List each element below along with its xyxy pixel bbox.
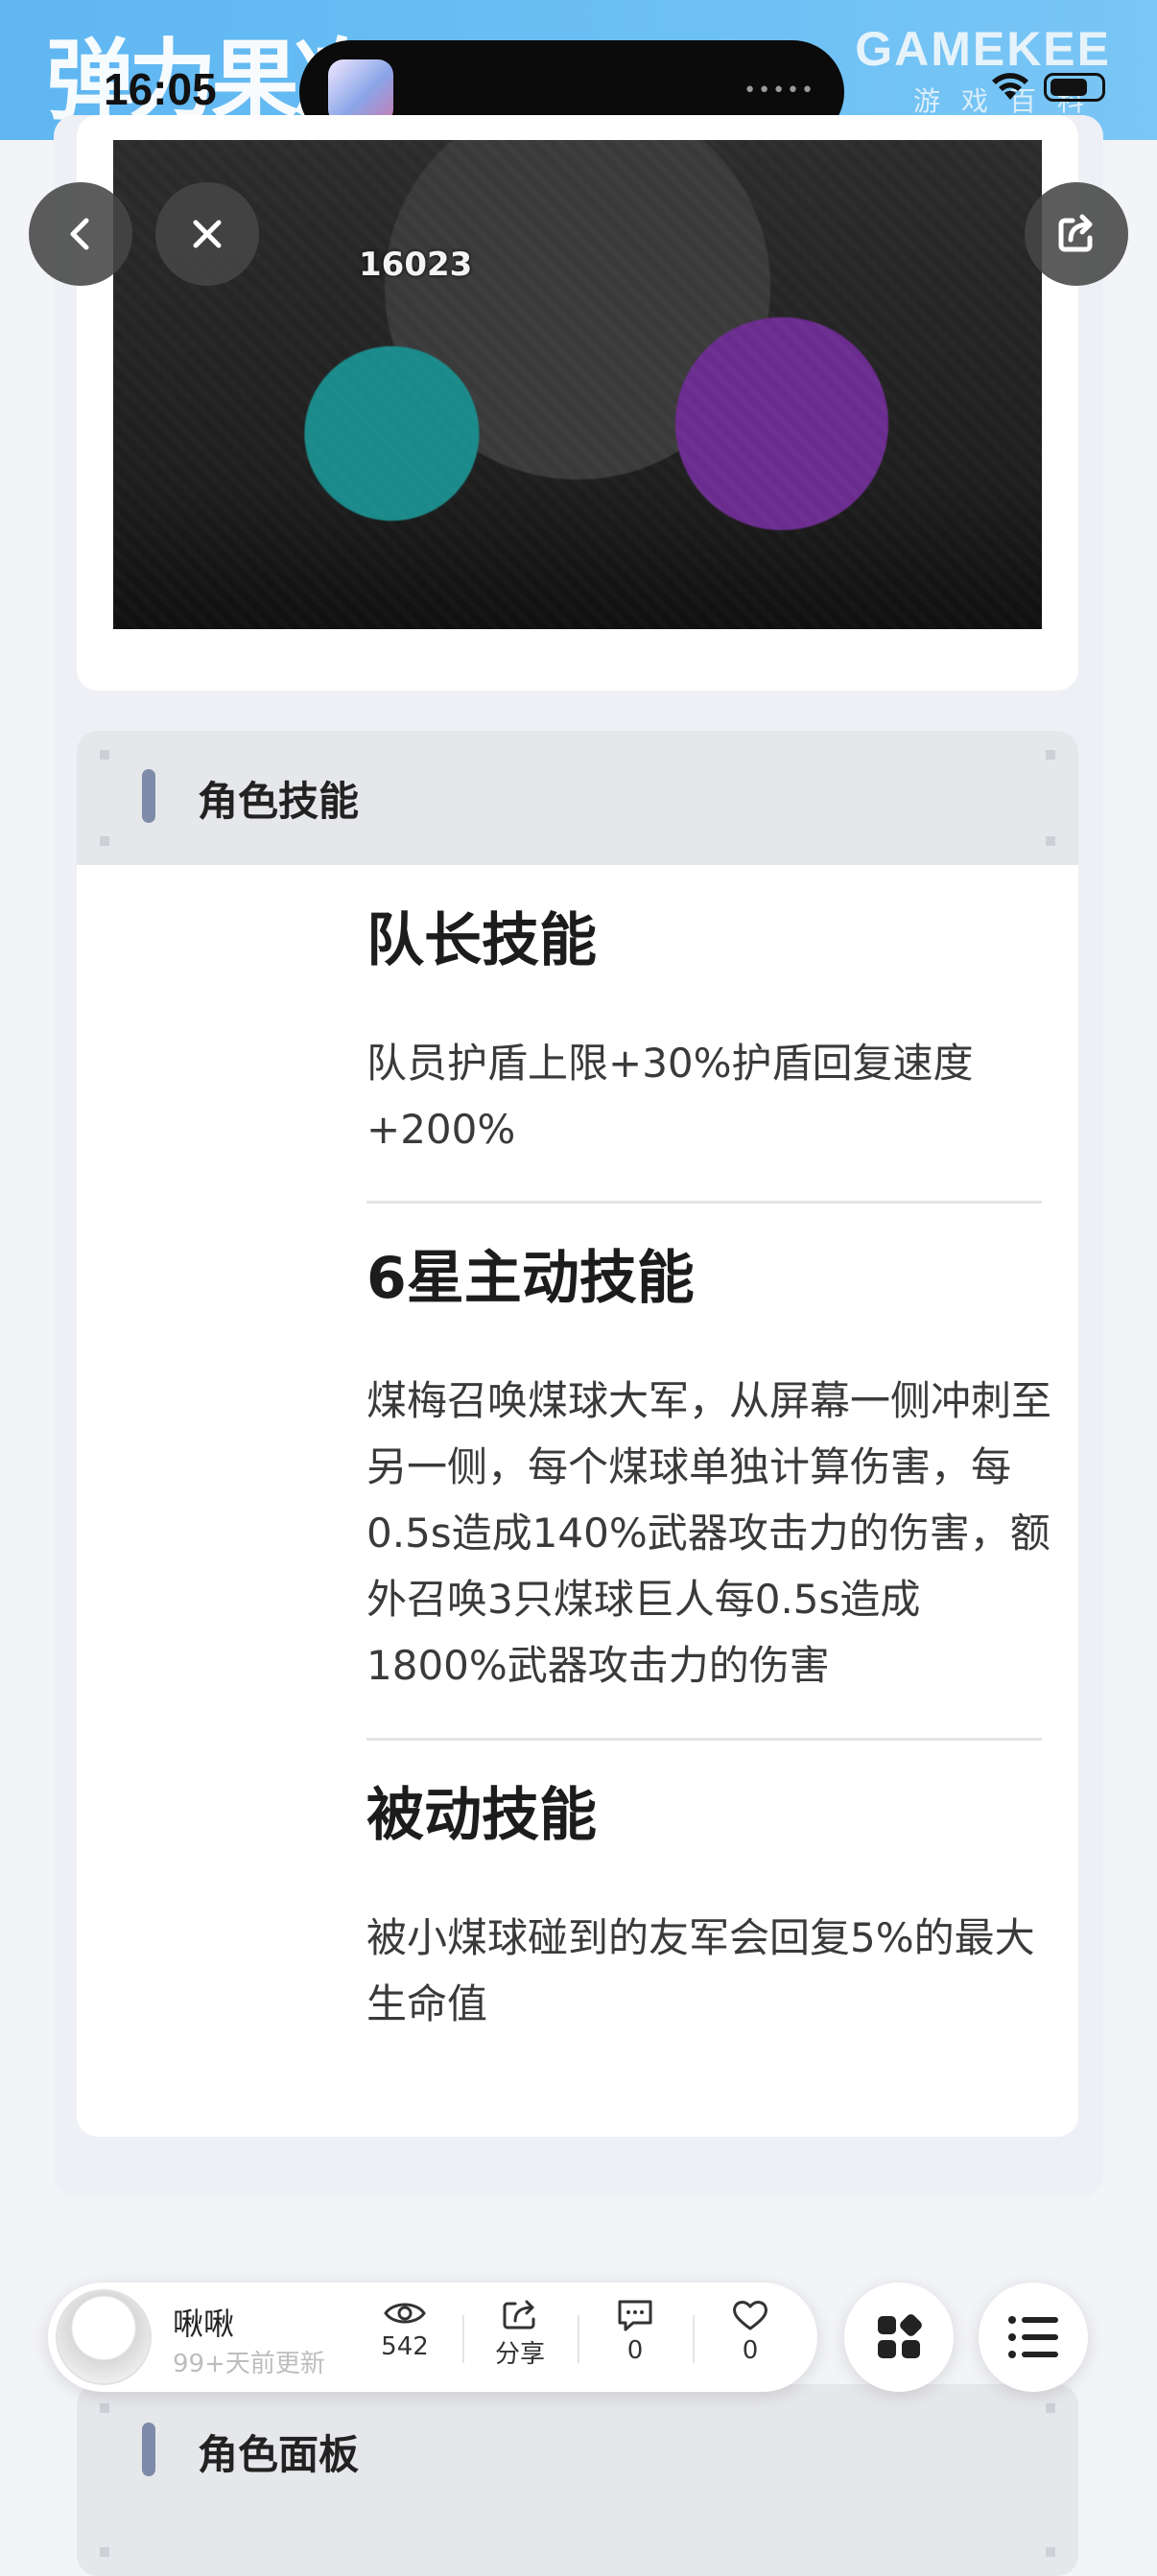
views-stat: 542 [357,2298,453,2361]
update-time: 99+天前更新 [173,2350,325,2378]
divider [366,1738,1042,1741]
separator [462,2315,464,2363]
corner-dot [1046,836,1055,846]
corner-dot [1046,2403,1055,2413]
share-external-icon [1058,214,1093,252]
video-hud-number: 16023 [359,246,473,284]
close-button[interactable] [155,182,259,286]
likes-count: 0 [742,2336,759,2365]
corner-dot [1046,750,1055,760]
share-icon [503,2300,535,2330]
eye-icon [384,2303,426,2324]
like-button[interactable]: 0 [702,2298,798,2365]
back-button[interactable] [29,182,132,286]
skill-name: 6星主动技能 [366,1245,695,1312]
author-avatar[interactable] [56,2289,152,2385]
skill-description: 煤梅召唤煤球大军，从屏幕一侧冲刺至另一侧，每个煤球单独计算伤害，每0.5s造成1… [366,1377,1052,1689]
skill-description: 队员护盾上限+30%护盾回复速度+200% [366,1040,974,1153]
section-accent-bar [142,2423,155,2476]
menu-list-button[interactable] [979,2283,1088,2392]
views-count: 542 [381,2332,429,2361]
separator [693,2315,695,2363]
skills-section: 角色技能 队长技能 队员护盾上限+30%护盾回复速度+200% 6星主动技能 煤… [77,731,1078,2137]
section-title: 角色技能 [198,778,360,825]
share-external-button[interactable] [1025,182,1128,286]
comments-button[interactable]: 0 [587,2298,683,2365]
divider [366,1201,1042,1204]
chevron-left-icon [70,218,89,250]
corner-dot [100,836,109,846]
panel-section: 角色面板 [77,2384,1078,2576]
section-accent-bar [142,769,155,823]
corner-dot [100,2403,109,2413]
list-icon [1008,2316,1058,2358]
brand-name: GAMEKEE [855,22,1111,76]
apps-grid-button[interactable] [844,2283,954,2392]
corner-dot [1046,2547,1055,2557]
skill-name: 被动技能 [366,1782,597,1849]
status-time: 16:05 [104,64,217,114]
skill-name: 队长技能 [366,907,597,974]
separator [578,2315,579,2363]
activity-dots-icon: ••••• [744,79,815,103]
battery-icon [1044,73,1105,102]
corner-dot [100,2547,109,2557]
corner-dot [100,750,109,760]
skill-description: 被小煤球碰到的友军会回复5%的最大生命值 [366,1914,1035,2027]
status-icons [990,73,1105,102]
skills-section-header: 角色技能 [77,731,1078,865]
comment-icon [618,2300,652,2331]
comments-count: 0 [626,2336,644,2365]
close-icon [193,220,222,248]
share-label: 分享 [494,2340,545,2369]
heart-icon [733,2301,767,2330]
author-name[interactable]: 啾啾 [173,2300,234,2344]
wifi-icon [992,73,1028,100]
share-button[interactable]: 分享 [472,2298,568,2370]
apps-grid-icon [878,2314,922,2358]
section-title: 角色面板 [198,2431,360,2478]
article-action-bar: 啾啾 99+天前更新 542 分享 0 0 [48,2283,817,2392]
